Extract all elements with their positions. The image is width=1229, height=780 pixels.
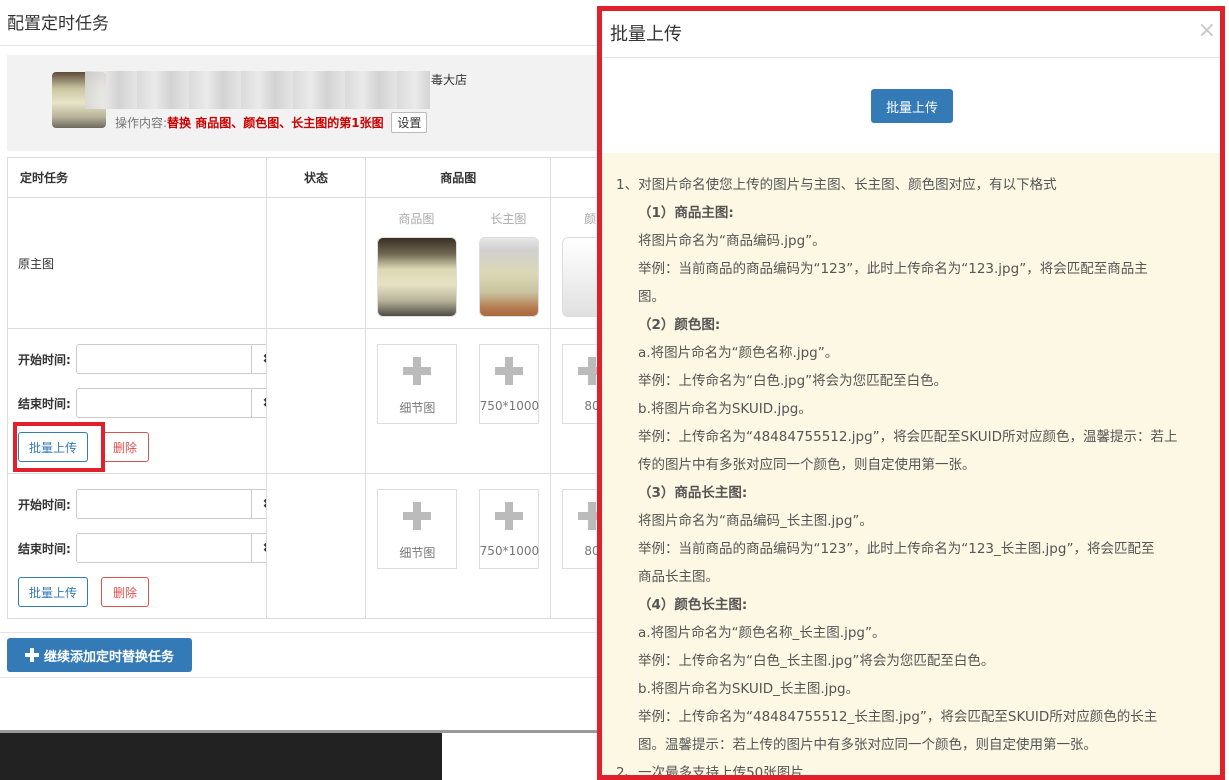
help-line: 将图片命名为“商品编码.jpg”。 — [638, 233, 826, 249]
help-line: 图。温馨提示：若上传的图片中有多张对应同一个颜色，则自定使用第一张。 — [638, 737, 1097, 753]
help-line: 举例：上传命名为“48484755512_长主图.jpg”，将会匹配至SKUID… — [638, 709, 1158, 725]
status-cell — [265, 473, 367, 619]
end-time-label: 结束时间: — [18, 396, 71, 411]
clear-icon[interactable]: ✖ — [252, 388, 266, 418]
delete-button[interactable]: 删除 — [101, 577, 149, 607]
help-subtitle: （3）商品长主图: — [638, 485, 748, 501]
modal-upload-area: 批量上传 — [602, 58, 1220, 153]
plus-icon — [403, 357, 432, 385]
batch-upload-button[interactable]: 批量上传 — [871, 89, 953, 123]
close-icon[interactable]: × — [1198, 18, 1216, 43]
upload-tile[interactable]: 750*1000 — [479, 489, 540, 569]
image-cell: 商品图 长主图 — [365, 197, 552, 329]
shop-name: 毒大店 — [431, 73, 468, 87]
product-main-image[interactable] — [377, 237, 458, 317]
end-time-row: 结束时间: ✖ — [18, 533, 266, 563]
plus-icon — [403, 502, 432, 530]
start-time-label: 开始时间: — [18, 497, 71, 512]
add-task-button[interactable]: 继续添加定时替换任务 — [7, 638, 192, 672]
schedule-cell: 开始时间: ✖ 结束时间: ✖ 批量上传 删除 — [7, 473, 267, 619]
upload-tile[interactable]: 750*1000 — [479, 344, 540, 424]
tile-label: 细节图 — [399, 401, 436, 415]
help-line: 图。 — [638, 289, 665, 305]
help-line: 举例：上传命名为“48484755512.jpg”，将会匹配至SKUID所对应颜… — [638, 429, 1178, 445]
modal-title: 批量上传 — [610, 24, 682, 45]
blurred-product-title — [85, 71, 430, 109]
highlight-box — [13, 422, 105, 472]
help-subtitle: （2）颜色图: — [638, 317, 721, 333]
page-title: 配置定时任务 — [7, 14, 109, 34]
start-time-label: 开始时间: — [18, 352, 71, 367]
help-line: 举例：上传命名为“白色_长主图.jpg”将会为您匹配至白色。 — [638, 653, 995, 669]
divider — [0, 45, 600, 46]
help-instructions: 1、对图片命名使您上传的图片与主图、长主图、颜色图对应，有以下格式 （1）商品主… — [602, 153, 1220, 780]
header-status: 状态 — [265, 157, 367, 198]
end-time-input[interactable] — [76, 388, 252, 418]
tile-label: 750*1000 — [479, 399, 540, 413]
image-col-label: 颜 — [584, 212, 597, 226]
add-task-label: 继续添加定时替换任务 — [43, 649, 174, 665]
product-panel: 毒大店 操作内容:替换 商品图、颜色图、长主图的第1张图 设置 — [7, 55, 600, 151]
operation-label: 操作内容: — [115, 116, 168, 130]
end-time-input[interactable] — [76, 533, 252, 563]
start-time-row: 开始时间: ✖ — [18, 489, 266, 519]
operation-value: 替换 商品图、颜色图、长主图的第1张图 — [167, 116, 384, 130]
header-task: 定时任务 — [7, 157, 267, 198]
help-line: 传的图片中有多张对应同一个颜色，则自定使用第一张。 — [638, 457, 976, 473]
upload-tile-cell: 细节图 750*1000 — [365, 328, 552, 474]
long-main-image[interactable] — [479, 237, 540, 317]
help-line: 2、一次最多支持上传50张图片 — [616, 765, 804, 780]
delete-button[interactable]: 删除 — [101, 432, 149, 462]
help-line: a.将图片命名为“颜色名称.jpg”。 — [638, 345, 839, 361]
batch-upload-button[interactable]: 批量上传 — [18, 577, 88, 607]
taskbar — [0, 733, 442, 780]
plus-icon — [24, 648, 39, 662]
start-time-input[interactable] — [76, 344, 252, 374]
original-image-label: 原主图 — [7, 197, 267, 329]
modal-header: 批量上传 × — [602, 11, 1220, 58]
help-subtitle: （1）商品主图: — [638, 205, 734, 221]
end-time-label: 结束时间: — [18, 541, 71, 556]
help-line: a.将图片命名为“颜色名称_长主图.jpg”。 — [638, 625, 886, 641]
status-cell — [265, 197, 367, 329]
end-time-row: 结束时间: ✖ — [18, 388, 266, 418]
upload-tile[interactable]: 细节图 — [377, 344, 458, 424]
tile-label: 750*1000 — [479, 544, 540, 558]
status-cell — [265, 328, 367, 474]
upload-tile[interactable]: 细节图 — [377, 489, 458, 569]
batch-upload-modal: 批量上传 × 批量上传 1、对图片命名使您上传的图片与主图、长主图、颜色图对应，… — [597, 6, 1225, 780]
clear-icon[interactable]: ✖ — [252, 344, 266, 374]
plus-icon — [495, 357, 524, 385]
help-line: 举例：当前商品的商品编码为“123”，此时上传命名为“123.jpg”，将会匹配… — [638, 261, 1148, 277]
header-images: 商品图 — [365, 157, 552, 198]
operation-content: 操作内容:替换 商品图、颜色图、长主图的第1张图 设置 — [115, 112, 428, 133]
table-row-schedule: 开始时间: ✖ 结束时间: ✖ 批量上传 删除 细节图 — [7, 473, 607, 619]
clear-icon[interactable]: ✖ — [252, 533, 266, 563]
start-time-row: 开始时间: ✖ — [18, 344, 266, 374]
table-row-original: 原主图 商品图 长主图 颜 — [7, 197, 607, 329]
help-line: b.将图片命名为SKUID.jpg。 — [638, 401, 812, 417]
setting-button[interactable]: 设置 — [391, 112, 428, 133]
upload-tile-cell: 细节图 750*1000 — [365, 473, 552, 619]
help-line: 1、对图片命名使您上传的图片与主图、长主图、颜色图对应，有以下格式 — [616, 177, 1057, 193]
image-col-label: 长主图 — [490, 212, 527, 226]
help-line: 商品长主图。 — [638, 569, 719, 585]
help-line: b.将图片命名为SKUID_长主图.jpg。 — [638, 681, 860, 697]
help-line: 举例：当前商品的商品编码为“123”，此时上传命名为“123_长主图.jpg”，… — [638, 541, 1155, 557]
clear-icon[interactable]: ✖ — [252, 489, 266, 519]
image-col-label: 商品图 — [398, 212, 435, 226]
task-table: 定时任务 状态 商品图 原主图 商品图 长主图 颜 开始时间: 结束时间: 批量… — [7, 157, 607, 619]
tile-label: 细节图 — [399, 546, 436, 560]
plus-icon — [495, 502, 524, 530]
help-subtitle: （4）颜色长主图: — [638, 597, 748, 613]
start-time-input[interactable] — [76, 489, 252, 519]
help-line: 举例：上传命名为“白色.jpg”将会为您匹配至白色。 — [638, 373, 948, 389]
help-line: 将图片命名为“商品编码_长主图.jpg”。 — [638, 513, 873, 529]
